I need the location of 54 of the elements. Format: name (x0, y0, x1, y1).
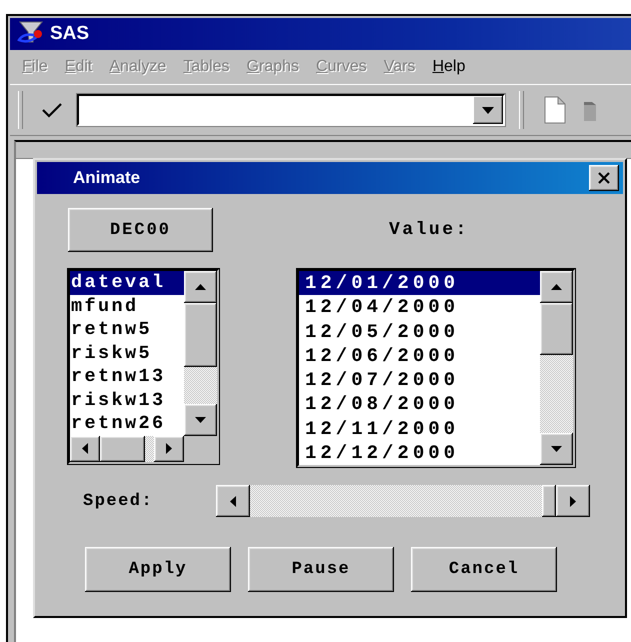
list-item[interactable]: retnw13 (70, 365, 184, 388)
list-item[interactable]: 12/01/2000 (299, 271, 540, 296)
up-arrow-icon (551, 284, 562, 290)
document-icon[interactable] (544, 96, 566, 124)
scroll-track[interactable] (145, 436, 154, 462)
right-arrow-icon (570, 496, 576, 507)
speed-label: Speed: (82, 492, 154, 511)
left-arrow-icon (82, 443, 88, 454)
folder-icon[interactable] (584, 99, 596, 121)
window-title: SAS (50, 23, 90, 45)
up-arrow-icon (195, 284, 206, 290)
list-item[interactable]: 12/05/2000 (299, 320, 540, 344)
list-item[interactable]: riskw13 (70, 388, 184, 412)
down-arrow-icon (551, 446, 562, 452)
list-item[interactable]: mfund (70, 294, 184, 318)
slider-right-button[interactable] (556, 485, 590, 518)
down-arrow-icon (195, 416, 206, 422)
list-item[interactable]: 12/04/2000 (299, 295, 540, 320)
variable-button[interactable]: DEC00 (68, 208, 213, 252)
horizontal-scrollbar[interactable] (70, 436, 184, 462)
close-button[interactable] (589, 165, 619, 191)
value-list[interactable]: 12/01/2000 12/04/2000 12/05/2000 12/06/2000 12/07/2000 12/08/2000 12/11/2000 12/12/2000 (297, 269, 575, 468)
list-item[interactable]: 12/08/2000 (299, 392, 540, 417)
variable-list[interactable]: dateval mfund retnw5 riskw5 retnw13 riskw13 retnw26 (68, 269, 219, 464)
list-item[interactable]: dateval (70, 271, 184, 294)
list-item[interactable]: retnw26 (70, 412, 184, 436)
scroll-thumb[interactable] (100, 436, 145, 462)
list-item[interactable]: 12/12/2000 (299, 441, 540, 466)
value-label: Value: (389, 220, 469, 240)
command-field[interactable] (77, 94, 505, 126)
scrollbar-corner (184, 436, 217, 462)
dialog-title: Animate (73, 168, 140, 188)
vertical-scrollbar[interactable] (540, 271, 573, 466)
list-item[interactable]: riskw5 (70, 342, 184, 365)
speed-slider[interactable] (250, 485, 556, 518)
list-item[interactable]: 12/11/2000 (299, 416, 540, 442)
list-item[interactable]: 12/06/2000 (299, 344, 540, 368)
list-item[interactable]: retnw5 (70, 318, 184, 342)
dropdown-button[interactable] (473, 96, 503, 124)
dialog-button[interactable]: Cancel (411, 547, 557, 592)
dialog-button[interactable]: Apply (85, 547, 231, 592)
check-icon[interactable] (41, 101, 63, 119)
close-icon (597, 172, 611, 184)
vertical-scrollbar[interactable] (184, 271, 217, 436)
left-arrow-icon (230, 496, 236, 507)
menu-item[interactable]: Help (432, 58, 466, 76)
slider-left-button[interactable] (216, 485, 250, 518)
list-item[interactable]: 12/07/2000 (299, 368, 540, 392)
right-arrow-icon (166, 443, 172, 454)
scroll-thumb[interactable] (540, 303, 573, 355)
slider-thumb[interactable] (542, 485, 556, 518)
dialog-button[interactable]: Pause (248, 547, 394, 592)
caret-icon (482, 106, 494, 114)
scroll-thumb[interactable] (184, 303, 217, 367)
